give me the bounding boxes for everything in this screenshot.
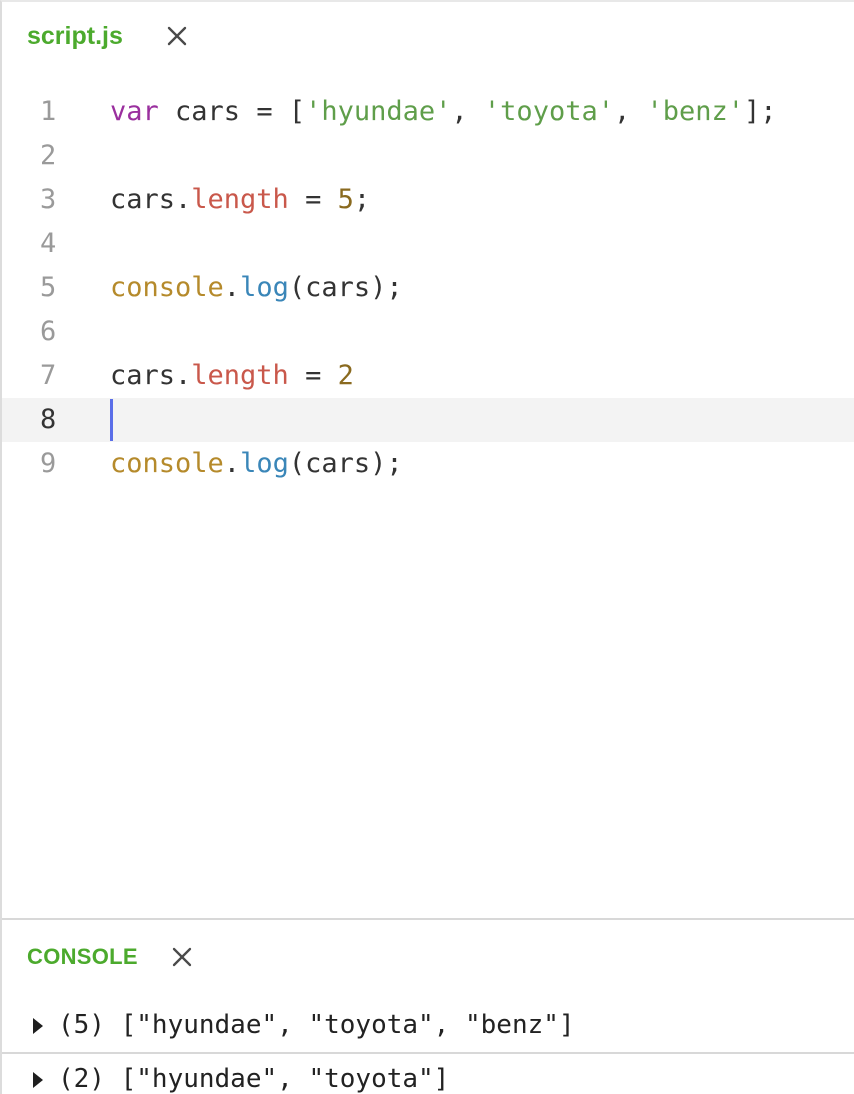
code-token-method: log <box>240 272 289 303</box>
line-number: 9 <box>40 448 57 479</box>
code-token-plain: (cars); <box>288 272 403 303</box>
console-entry[interactable]: (2) ["hyundae", "toyota"] <box>2 1054 854 1094</box>
expand-arrow-icon[interactable] <box>33 1018 43 1034</box>
code-line[interactable]: 6 <box>2 310 854 354</box>
code-editor[interactable]: 1 var cars = ['hyundae', 'toyota', 'benz'… <box>2 90 854 486</box>
code-line[interactable]: 1 var cars = ['hyundae', 'toyota', 'benz'… <box>2 90 854 134</box>
expand-arrow-icon[interactable] <box>33 1072 43 1088</box>
line-number: 4 <box>40 228 57 259</box>
code-line[interactable]: 9 console.log(cars); <box>2 442 854 486</box>
console-title: CONSOLE <box>27 944 138 969</box>
code-token-plain: ; <box>353 184 371 215</box>
code-token-method: log <box>240 448 289 479</box>
editor-tab-header: script.js <box>2 2 854 74</box>
code-text: cars.length = 2 <box>110 354 354 398</box>
line-number: 6 <box>40 316 57 347</box>
code-token-plain: . <box>223 448 241 479</box>
console-panel: CONSOLE (5) ["hyundae", "toyota", "benz"… <box>2 918 854 1094</box>
close-icon[interactable] <box>171 946 193 968</box>
code-text: console.log(cars); <box>110 266 403 310</box>
code-line[interactable]: 2 <box>2 134 854 178</box>
console-entry-text: (5) ["hyundae", "toyota", "benz"] <box>58 1010 575 1040</box>
line-number: 1 <box>40 96 57 127</box>
code-line[interactable]: 7 cars.length = 2 <box>2 354 854 398</box>
code-text: var cars = ['hyundae', 'toyota', 'benz']… <box>110 90 777 134</box>
code-token-builtin: console <box>110 272 224 303</box>
code-playground: script.js 1 var cars = ['hyundae', 'toyot… <box>0 0 854 1094</box>
code-token-prop: length <box>191 360 289 391</box>
code-token-string: 'benz' <box>646 96 745 127</box>
code-token-number: 5 <box>337 184 354 215</box>
editor-tab-title[interactable]: script.js <box>27 22 123 51</box>
code-token-string: 'toyota' <box>483 96 614 127</box>
code-token-plain: = <box>288 360 338 391</box>
code-token-builtin: console <box>110 448 224 479</box>
code-line[interactable]: 3 cars.length = 5; <box>2 178 854 222</box>
code-token-prop: length <box>191 184 289 215</box>
code-token-plain: = <box>288 184 338 215</box>
code-token-plain: cars. <box>110 360 192 391</box>
code-token-plain: (cars); <box>288 448 403 479</box>
code-token-plain: , <box>451 96 484 127</box>
line-number: 3 <box>40 184 57 215</box>
code-text: console.log(cars); <box>110 442 403 486</box>
code-token-plain: cars. <box>110 184 192 215</box>
console-entry-text: (2) ["hyundae", "toyota"] <box>58 1064 450 1094</box>
code-token-number: 2 <box>337 360 354 391</box>
line-number: 2 <box>40 140 57 171</box>
code-token-plain: . <box>223 272 241 303</box>
code-token-string: 'hyundae' <box>305 96 452 127</box>
code-line[interactable]: 5 console.log(cars); <box>2 266 854 310</box>
code-token-keyword: var <box>110 96 159 127</box>
line-number: 5 <box>40 272 57 303</box>
line-number: 7 <box>40 360 57 391</box>
code-line[interactable]: 4 <box>2 222 854 266</box>
console-entry[interactable]: (5) ["hyundae", "toyota", "benz"] <box>2 1000 854 1054</box>
line-number: 8 <box>40 404 57 435</box>
close-icon[interactable] <box>165 24 189 48</box>
code-line-active[interactable]: 8 <box>2 398 854 442</box>
code-token-plain: ]; <box>744 96 777 127</box>
code-text: cars.length = 5; <box>110 178 370 222</box>
code-token-plain: cars = [ <box>158 96 306 127</box>
text-cursor <box>110 399 113 441</box>
code-token-plain: , <box>613 96 647 127</box>
